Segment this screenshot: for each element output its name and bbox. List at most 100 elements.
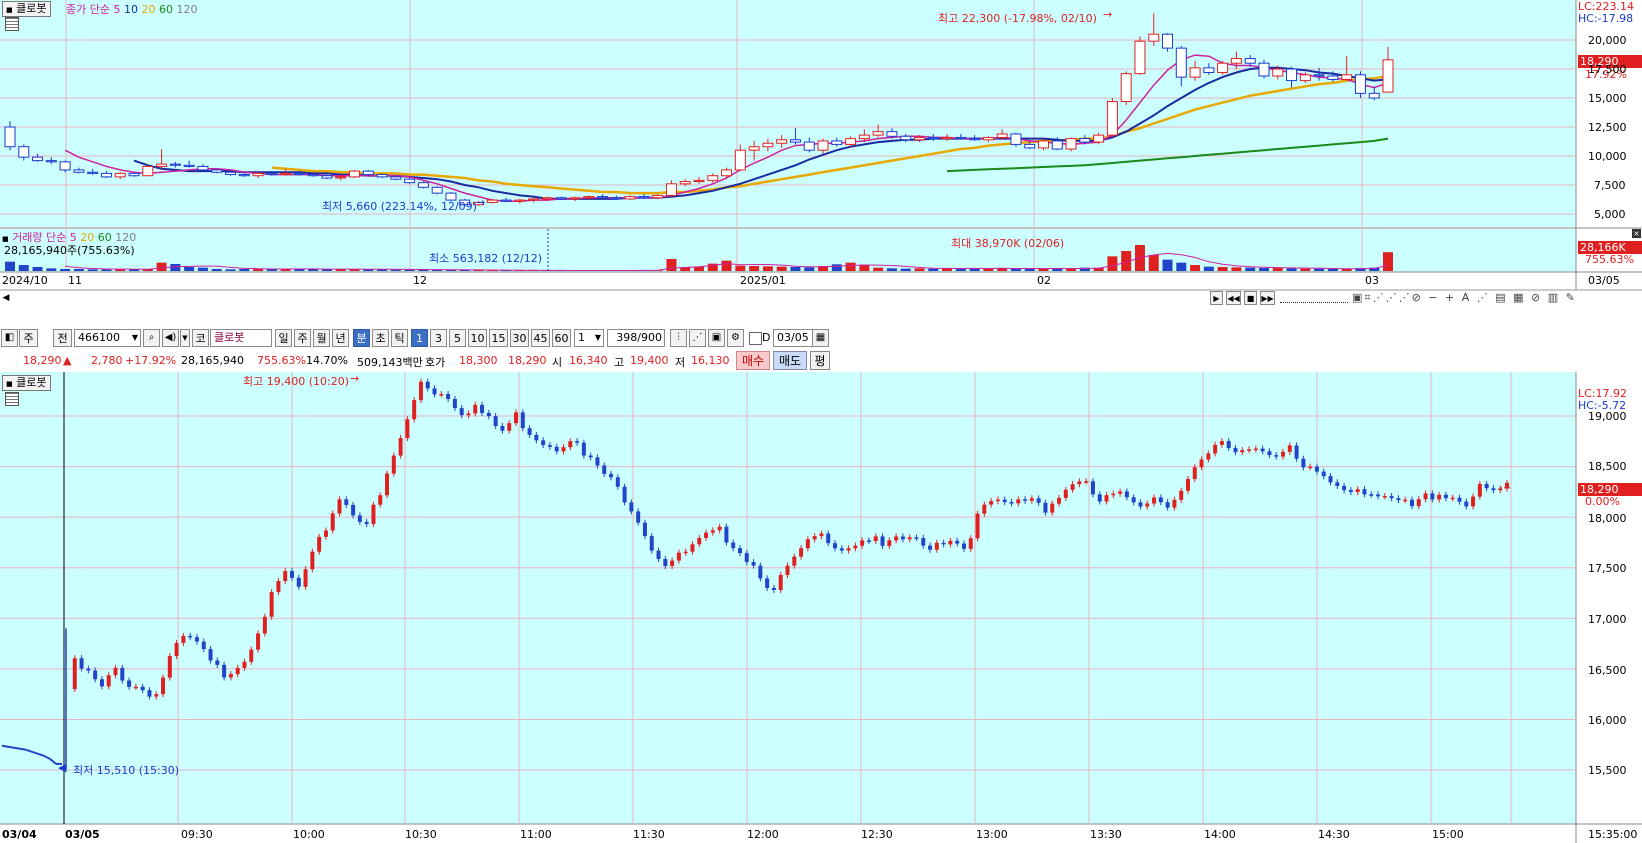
tab-year[interactable]: 년 (332, 329, 349, 347)
nav-stop-button[interactable]: ■ (1244, 291, 1257, 305)
intraday-candle (975, 513, 980, 539)
intraday-candle (819, 533, 824, 537)
volume-bar (1286, 268, 1297, 271)
intraday-candle (86, 668, 91, 671)
tab-tick[interactable]: 틱 (391, 329, 408, 347)
date-checkbox[interactable] (749, 332, 762, 345)
scope-button[interactable]: 전 (53, 329, 72, 347)
volume-bar (46, 268, 57, 271)
chevron-down-icon[interactable]: ▼ (595, 330, 601, 346)
interval-select[interactable]: 1 ▼ (574, 329, 604, 347)
tab-minute[interactable]: 분 (353, 329, 370, 347)
intraday-candle (534, 434, 539, 441)
minute-option-30[interactable]: 30 (510, 329, 529, 347)
intraday-candle (670, 560, 675, 567)
quote-up-arrow-icon: ▲ (63, 354, 72, 367)
ma120-label[interactable]: 120 (176, 3, 197, 16)
volume-bar (156, 262, 167, 271)
intraday-candle (663, 558, 668, 567)
nav-scroll-track[interactable] (1280, 295, 1348, 303)
ma60-label[interactable]: 60 (159, 3, 173, 16)
intraday-candle (1355, 489, 1360, 493)
nav-forward-button[interactable]: ▶▶ (1260, 291, 1275, 305)
daily-candle (59, 161, 71, 171)
daily-chart-svg[interactable] (0, 0, 1642, 300)
intraday-candle (1301, 458, 1306, 468)
nav-tool-icons[interactable]: ▣⌗⋰⋰⋰⊘ − + A ⋰ ▤ ▦ ⊘ ▥ ✎ (1352, 291, 1642, 305)
stock-code-input[interactable]: 466100 ▼ (74, 329, 141, 347)
intraday-chart-panel[interactable]: ■ 클로봇 최고 19,400 (10:20) → ◀ 최저 15,510 (1… (0, 372, 1642, 843)
volume-min-note: 최소 563,182 (12/12) (429, 252, 543, 265)
sound-icon[interactable]: ◀) (162, 329, 179, 347)
settings-icon[interactable]: ⚙ (727, 329, 744, 347)
intraday-candle (636, 511, 641, 523)
daily-candle (1162, 33, 1174, 49)
daily-name-chip[interactable]: ■ 클로봇 (2, 1, 51, 17)
period-button[interactable]: 주 (19, 329, 38, 347)
ma5-label[interactable]: 5 (113, 3, 120, 16)
buy-button[interactable]: 매수 (736, 351, 770, 370)
intraday-candle (1287, 445, 1292, 452)
save-icon[interactable]: ▣ (708, 329, 725, 347)
intraday-ytick: 19,000 (1588, 410, 1627, 423)
daily-candle (1368, 92, 1380, 99)
daily-candle (1051, 140, 1063, 150)
volume-bar (1010, 268, 1021, 271)
intraday-candle (880, 536, 885, 546)
nav-play-button[interactable]: ▶ (1210, 291, 1223, 305)
volume-close-icon[interactable]: × (1632, 229, 1641, 238)
daily-candle (45, 160, 57, 163)
intraday-candle (181, 635, 186, 644)
intraday-candle (344, 499, 349, 505)
daily-candle (362, 170, 374, 176)
minute-option-15[interactable]: 15 (489, 329, 508, 347)
volume-bar (666, 258, 677, 271)
tab-month[interactable]: 월 (313, 329, 330, 347)
intraday-candle (378, 495, 383, 505)
minute-option-3[interactable]: 3 (430, 329, 447, 347)
intraday-candle (1240, 450, 1245, 453)
intraday-candle (208, 649, 213, 661)
intraday-candle (1097, 494, 1102, 502)
intraday-candle (1281, 451, 1286, 457)
intraday-candle (391, 455, 396, 474)
minute-option-1[interactable]: 1 (411, 329, 428, 347)
tab-second[interactable]: 초 (372, 329, 389, 347)
stock-name-field[interactable]: 클로봇 (210, 329, 272, 347)
intraday-name-chip[interactable]: ■ 클로봇 (2, 375, 51, 391)
daily-grid-icon[interactable] (5, 17, 19, 31)
minute-option-60[interactable]: 60 (552, 329, 571, 347)
intraday-candle (948, 540, 953, 545)
minute-option-45[interactable]: 45 (531, 329, 550, 347)
volume-bar (886, 268, 897, 271)
layout-toggle-icon[interactable]: ◧ (1, 329, 18, 347)
intraday-candle (928, 545, 933, 550)
intraday-candle (1145, 503, 1150, 507)
intraday-candle (473, 404, 478, 414)
ma10-label[interactable]: 10 (124, 3, 138, 16)
ma20-label[interactable]: 20 (141, 3, 155, 16)
chevron-down-icon[interactable]: ▼ (132, 330, 138, 346)
volume-bar (1176, 262, 1187, 271)
eval-button[interactable]: 평 (810, 351, 830, 370)
minute-option-10[interactable]: 10 (468, 329, 487, 347)
search-icon[interactable]: ⌕ (143, 329, 160, 347)
chart-type-icon[interactable]: ⫶ (670, 329, 687, 347)
market-button[interactable]: 코 (192, 329, 209, 347)
intraday-chart-svg[interactable] (0, 372, 1642, 843)
tab-week[interactable]: 주 (294, 329, 311, 347)
intraday-grid-icon[interactable] (5, 392, 19, 406)
intraday-candle (201, 641, 206, 650)
scroll-left-arrow-icon[interactable]: ◀ (0, 291, 12, 305)
minute-option-5[interactable]: 5 (449, 329, 466, 347)
tab-day[interactable]: 일 (275, 329, 292, 347)
daily-chart-panel[interactable]: ■ 클로봇 종가 단순 5 10 20 60 120 최고 22,300 (-1… (0, 0, 1642, 305)
nav-rewind-button[interactable]: ◀◀ (1226, 291, 1241, 305)
sound-dropdown-icon[interactable]: ▼ (180, 329, 190, 347)
intraday-candle (385, 473, 390, 496)
count-field[interactable]: 398/900 (607, 329, 665, 347)
sell-button[interactable]: 매도 (773, 351, 807, 370)
line-tool-icon[interactable]: ⋰ (689, 329, 706, 347)
calendar-icon[interactable]: ▦ (812, 329, 829, 347)
intraday-candle (561, 447, 566, 452)
